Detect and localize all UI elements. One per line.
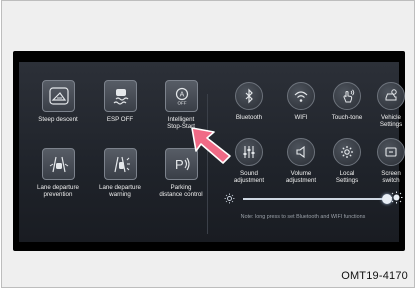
wifi-button[interactable] [287, 82, 315, 110]
touch-tone-icon [343, 89, 355, 103]
local-settings-button[interactable] [333, 138, 361, 166]
auto-stop-start-icon: A OFF [175, 87, 188, 106]
quick-settings-panel: Steep descent ESP OFF A OFF Intelligent … [19, 62, 405, 242]
sun-small-icon [224, 193, 235, 204]
steep-descent-button[interactable] [42, 80, 75, 112]
intelligent-stop-start-button[interactable]: A OFF [165, 80, 198, 112]
bluetooth-button[interactable] [235, 82, 263, 110]
vehicle-settings-icon [385, 89, 397, 101]
screen-switch-button[interactable] [377, 138, 405, 166]
figure-frame: Steep descent ESP OFF A OFF Intelligent … [1, 0, 415, 288]
infotainment-screen: Steep descent ESP OFF A OFF Intelligent … [13, 51, 405, 251]
sound-adjustment-icon [243, 146, 255, 158]
hill-descent-icon [48, 87, 69, 105]
long-press-note: Note: long press to set Bluetooth and WI… [240, 214, 366, 220]
esp-off-button[interactable] [104, 80, 137, 112]
lane-warning-icon [113, 156, 130, 173]
sound-adjustment-button[interactable] [235, 138, 263, 166]
wifi-icon [294, 91, 308, 102]
volume-adjustment-button[interactable] [287, 138, 315, 166]
lane-departure-warning-label: Lane departure warning [99, 184, 141, 199]
brightness-slider[interactable] [243, 198, 391, 200]
svg-text:A: A [179, 92, 184, 99]
esp-off-icon [113, 89, 128, 105]
steep-descent-label: Steep descent [38, 116, 78, 123]
lane-prevention-icon [49, 156, 68, 173]
figure-code: OMT19-4170 [341, 270, 408, 282]
parking-distance-control-label: Parking distance control [159, 184, 203, 199]
bluetooth-icon [245, 88, 253, 104]
lane-departure-prevention-label: Lane departure prevention [37, 184, 79, 199]
vehicle-settings-button[interactable] [377, 82, 405, 110]
sun-large-icon [390, 191, 403, 204]
screen-switch-icon [385, 147, 397, 157]
svg-text:OFF: OFF [177, 101, 186, 106]
lane-departure-warning-button[interactable] [104, 148, 137, 180]
lane-departure-prevention-button[interactable] [42, 148, 75, 180]
local-settings-icon [341, 146, 353, 158]
volume-icon [296, 145, 305, 159]
pointer-arrow-icon [191, 127, 231, 164]
svg-text:P: P [175, 157, 184, 172]
vehicle-settings-label: Vehicle Settings [379, 114, 403, 129]
touch-tone-button[interactable] [333, 82, 361, 110]
screen-switch-label: Screen switch [381, 170, 401, 185]
esp-off-label: ESP OFF [106, 116, 134, 123]
